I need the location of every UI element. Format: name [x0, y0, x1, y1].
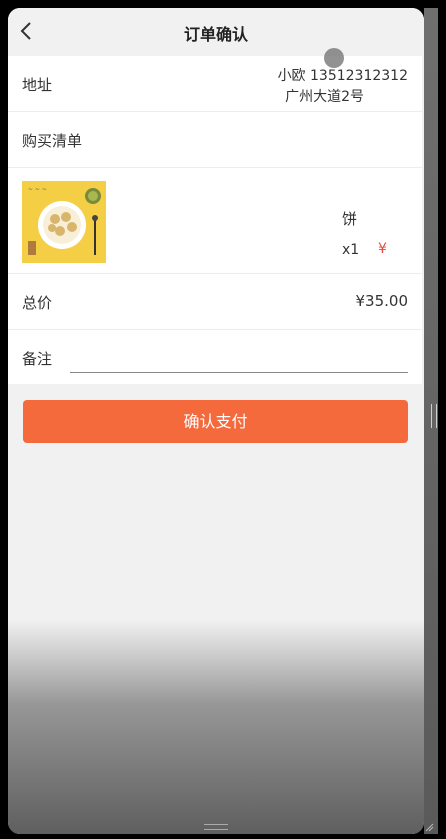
home-indicator[interactable] — [204, 824, 228, 830]
cookie-plate-icon: ~ ~ ~ — [22, 181, 106, 263]
address-name-phone: 小欧 13512312312 — [277, 68, 408, 84]
product-quantity: x1 — [342, 242, 360, 258]
remark-input[interactable] — [70, 344, 408, 373]
product-image: ~ ~ ~ — [22, 181, 106, 263]
shopping-list-label: 购买清单 — [22, 132, 83, 150]
total-label: 总价 — [22, 294, 53, 312]
address-label: 地址 — [22, 76, 53, 94]
shopping-list-row: 购买清单 — [8, 112, 422, 168]
total-value: ¥35.00 — [355, 292, 409, 310]
header: 订单确认 — [8, 8, 424, 56]
product-price: ¥ — [378, 241, 387, 257]
address-street: 广州大道2号 — [285, 89, 364, 105]
remark-label: 备注 — [22, 350, 53, 368]
confirm-pay-button[interactable]: 确认支付 — [23, 400, 408, 443]
product-item: ~ ~ ~ 饼 x1 ¥ — [8, 168, 422, 274]
remark-row: 备注 — [8, 330, 422, 384]
product-name: 饼 — [342, 210, 358, 228]
touch-indicator — [324, 48, 344, 68]
svg-text:~ ~ ~: ~ ~ ~ — [28, 186, 47, 193]
resize-grip-icon[interactable] — [424, 822, 434, 832]
page-title: 订单确认 — [183, 25, 248, 44]
drag-handle-icon[interactable] — [431, 404, 437, 428]
bottom-shade — [8, 620, 424, 834]
address-row[interactable]: 地址 小欧 13512312312 广州大道2号 — [8, 56, 422, 112]
phone-screen: 订单确认 地址 小欧 13512312312 广州大道2号 购买清单 ~ ~ ~… — [8, 8, 424, 834]
total-row: 总价 ¥35.00 — [8, 274, 422, 330]
